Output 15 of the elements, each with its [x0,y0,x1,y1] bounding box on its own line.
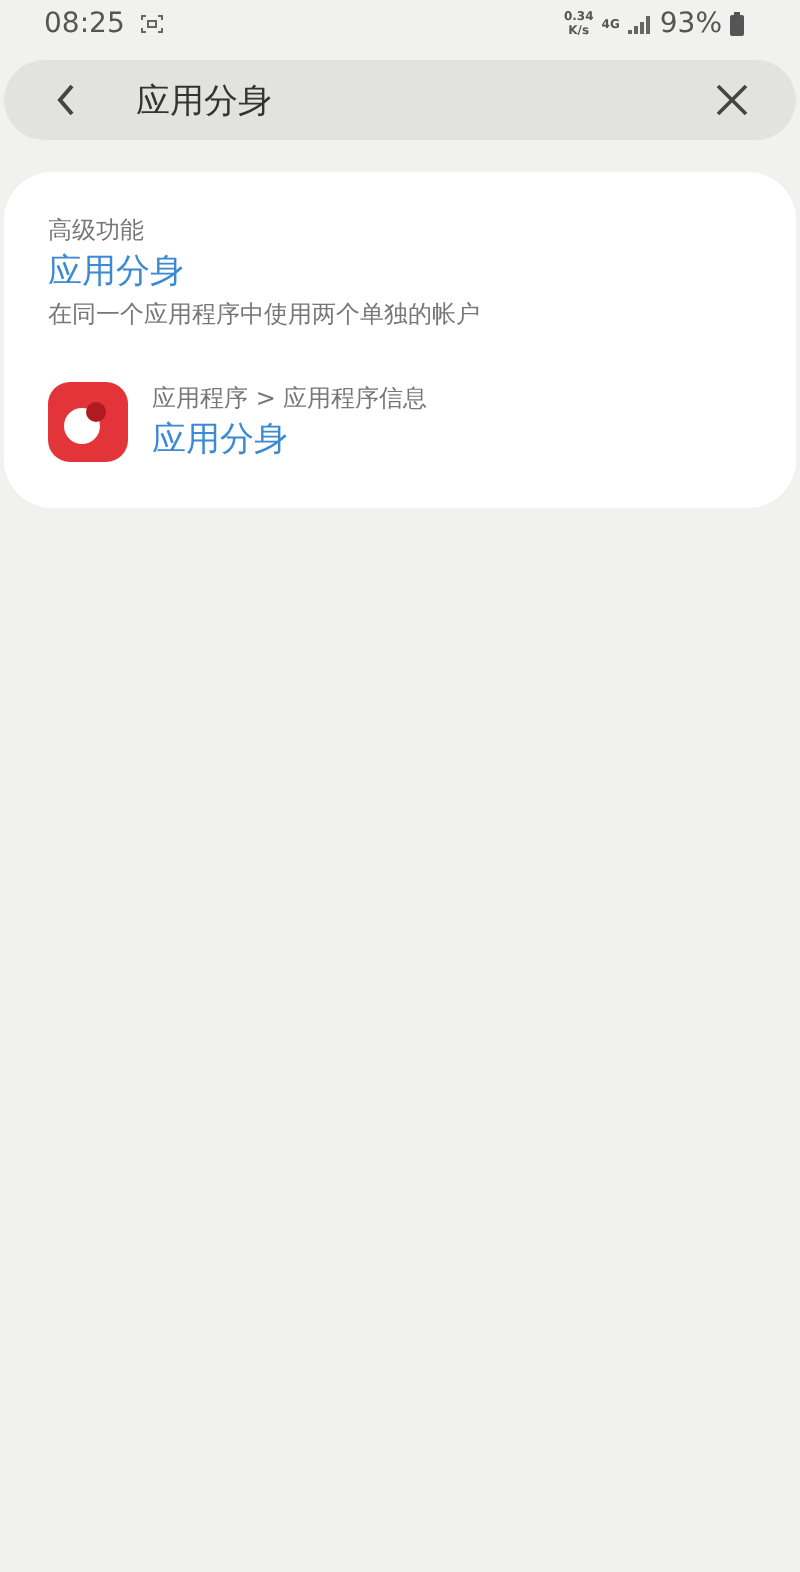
signal-icon [627,14,652,34]
close-icon[interactable] [716,84,748,116]
app-icon [48,382,128,462]
search-bar[interactable]: 应用分身 [4,60,796,140]
battery-icon [730,12,744,36]
back-icon[interactable] [56,84,76,116]
result-link[interactable]: 应用分身 [48,248,184,296]
status-time: 08:25 [44,8,125,40]
result-description: 在同一个应用程序中使用两个单独的帐户 [48,298,480,332]
screenshot-icon [140,14,165,34]
search-field[interactable]: 应用分身 [136,80,676,120]
result-link[interactable]: 应用分身 [152,416,288,464]
battery-level: 93% [659,8,722,40]
category-label: 高级功能 [48,214,144,248]
breadcrumb-path: 应用程序 > 应用程序信息 [152,382,428,416]
